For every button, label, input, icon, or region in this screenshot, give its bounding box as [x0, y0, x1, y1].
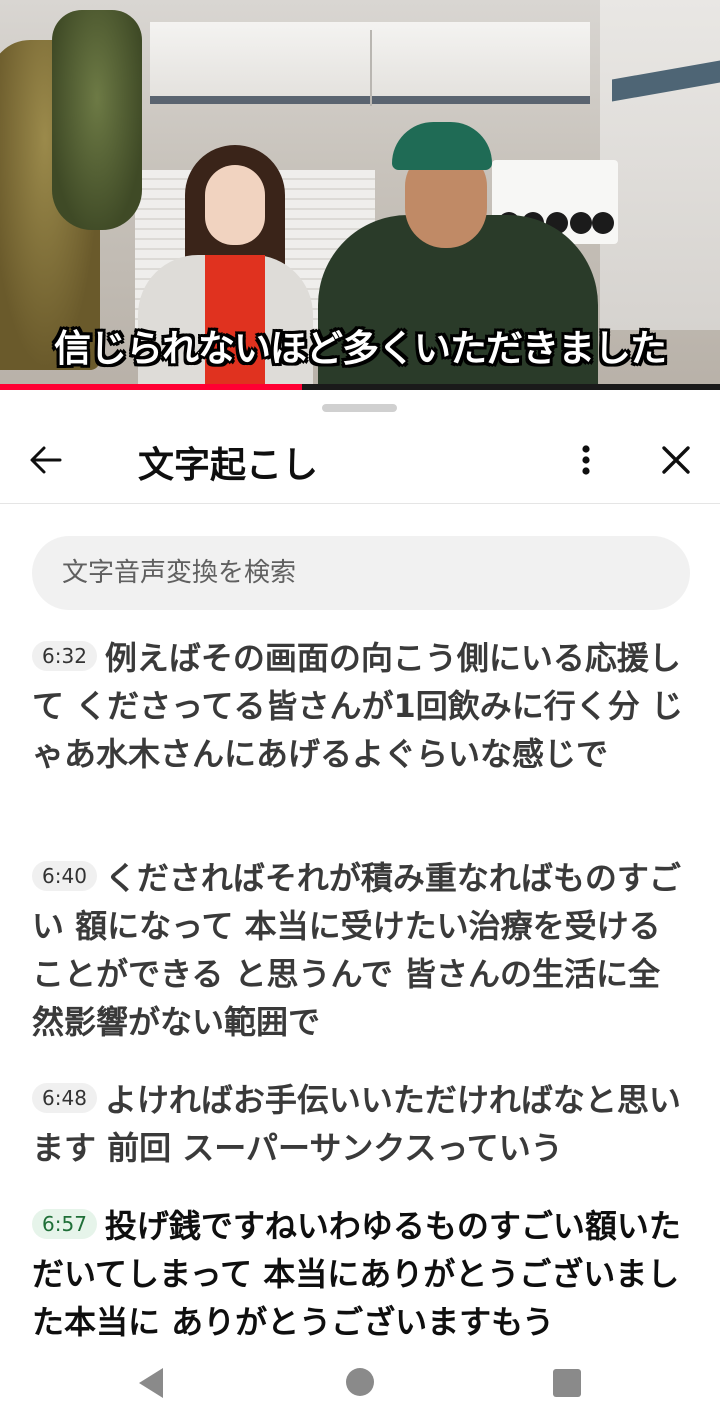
circle-home-icon[interactable]	[346, 1368, 374, 1396]
segment-text: くださればそれが積み重なればものすごい 額になって 本当に受けたい治療を受けるこ…	[32, 859, 681, 1041]
transcript-search-input[interactable]: 文字音声変換を検索	[32, 536, 690, 610]
transcript-segment[interactable]: 6:40 くださればそれが積み重なればものすごい 額になって 本当に受けたい治療を…	[32, 854, 692, 1046]
timestamp-chip[interactable]: 6:57	[32, 1209, 97, 1239]
triangle-back-icon[interactable]	[136, 1366, 166, 1400]
transcript-segment[interactable]: 6:32 例えばその画面の向こう側にいる応援して くださってる皆さんが1回飲みに行…	[32, 634, 692, 778]
video-frame-coat	[52, 10, 142, 230]
arrow-left-icon	[30, 446, 62, 474]
segment-text: 投げ銭ですねいわゆるものすごい額いただいてしまって 本当にありがとうございました…	[32, 1207, 681, 1341]
video-player[interactable]: 信じられないほど多くいただきました	[0, 0, 720, 390]
transcript-header: 文字起こし	[0, 420, 720, 504]
timestamp-chip[interactable]: 6:48	[32, 1083, 97, 1113]
video-person-cap	[392, 122, 492, 170]
transcript-segment-active[interactable]: 6:57 投げ銭ですねいわゆるものすごい額いただいてしまって 本当にありがとうござ…	[32, 1202, 692, 1346]
more-vert-icon	[582, 445, 590, 475]
segment-text: 例えばその画面の向こう側にいる応援して くださってる皆さんが1回飲みに行く分 じ…	[32, 639, 683, 773]
video-frame-detail	[370, 30, 372, 106]
video-frame-wall	[600, 0, 720, 330]
transcript-panel: 文字起こし 文字音声変換を検索 6:32 例えばその画面の向こう側にいる応援して …	[0, 390, 720, 1350]
close-icon	[662, 446, 690, 474]
timestamp-chip[interactable]: 6:32	[32, 641, 97, 671]
video-frame-dot	[592, 212, 614, 234]
system-nav-bar	[0, 1350, 720, 1426]
square-recent-icon[interactable]	[553, 1369, 581, 1397]
timestamp-chip[interactable]: 6:40	[32, 861, 97, 891]
video-caption: 信じられないほど多くいただきました	[54, 327, 667, 370]
close-button[interactable]	[652, 436, 700, 484]
video-person-face	[205, 165, 265, 245]
segment-text: よければお手伝いいただければなと思い ます 前回 スーパーサンクスっていう	[32, 1081, 681, 1167]
more-options-button[interactable]	[566, 436, 606, 484]
page-title: 文字起こし	[138, 445, 319, 486]
video-frame-dot	[570, 212, 592, 234]
transcript-segment[interactable]: 6:48 よければお手伝いいただければなと思い ます 前回 スーパーサンクスってい…	[32, 1076, 692, 1172]
back-button[interactable]	[22, 436, 70, 484]
drag-handle[interactable]	[322, 404, 397, 412]
